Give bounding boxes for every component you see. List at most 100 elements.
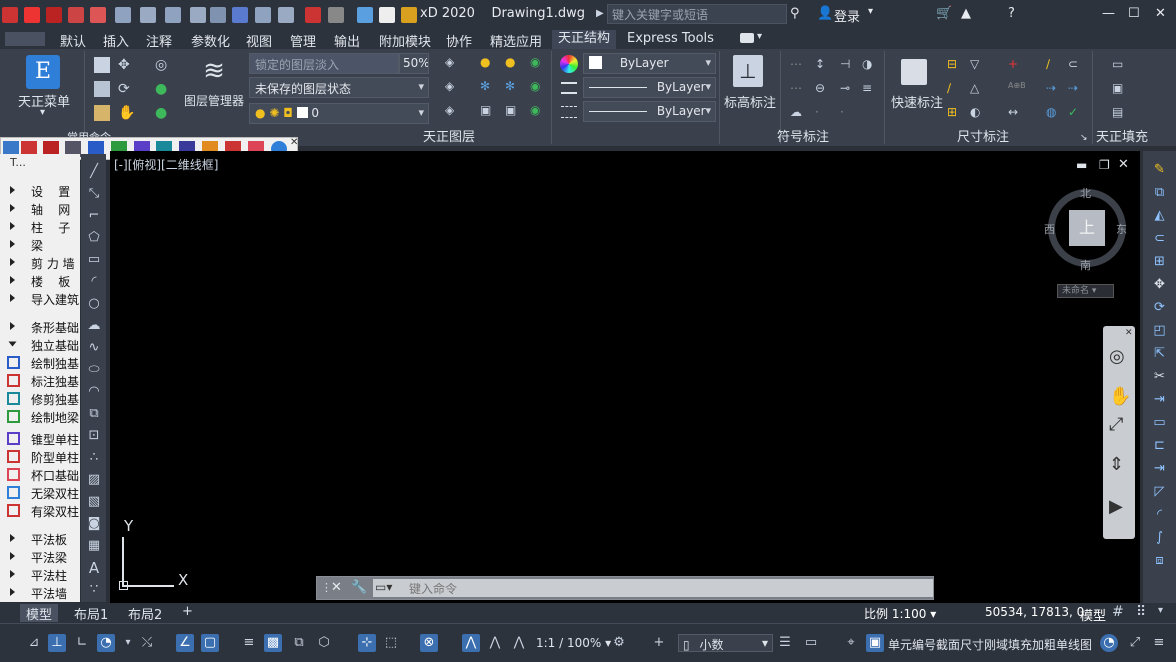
point-icon[interactable]: ∴	[86, 450, 102, 466]
chevron-down-icon[interactable]: ▾	[1158, 605, 1163, 616]
palette-item[interactable]: 楼 板	[0, 272, 80, 290]
tab-manage[interactable]: 管理	[290, 31, 316, 50]
snowflake-icon[interactable]: ✻	[480, 79, 496, 95]
model-space-button[interactable]: 模型	[1080, 605, 1106, 624]
workspace-gear-icon[interactable]: ⚙	[610, 634, 628, 652]
polyline-icon[interactable]: ⌐	[86, 208, 102, 224]
ribbon-toggle-icon[interactable]	[740, 33, 754, 43]
compass-north[interactable]: 北	[1080, 185, 1091, 201]
symbol-icon[interactable]: ⊖	[815, 81, 831, 97]
palette-item[interactable]: 剪 力 墙	[0, 254, 80, 272]
tab-layout1[interactable]: 布局1	[68, 604, 114, 623]
cart-icon[interactable]: 🛒	[936, 6, 952, 21]
region-icon[interactable]: ◙	[86, 516, 102, 532]
close-icon[interactable]: ✕	[1125, 328, 1133, 338]
multiline-text-icon[interactable]: A	[86, 560, 102, 576]
binoculars-icon[interactable]: ⚲	[790, 6, 800, 21]
help-icon[interactable]: ?	[1008, 6, 1015, 21]
tool-icon[interactable]	[94, 57, 110, 73]
isolate-objects-icon[interactable]: ⌖	[842, 634, 860, 652]
palette-item[interactable]: 无梁双柱	[0, 484, 80, 502]
close-button[interactable]: ✕	[1155, 6, 1166, 21]
fullscreen-icon[interactable]: ⤢	[1126, 634, 1144, 652]
symbol-icon[interactable]: ↕	[815, 57, 831, 73]
tab-tianzheng-structure[interactable]: 天正结构	[552, 30, 617, 49]
palette-item[interactable]: 条形基础	[0, 318, 80, 336]
ellipse-arc-icon[interactable]: ◠	[86, 384, 102, 400]
ucs-dropdown[interactable]: 未命名 ▾	[1057, 284, 1114, 298]
quick-access-icon[interactable]	[210, 7, 226, 23]
quick-access-icon[interactable]	[24, 7, 40, 23]
palette-item[interactable]: 绘制独基	[0, 354, 80, 372]
dimension-icon[interactable]: ∕	[1046, 57, 1062, 73]
dimension-icon[interactable]: ⇢	[1046, 81, 1062, 97]
hatch-icon[interactable]: ▨	[86, 472, 102, 488]
dimension-icon[interactable]: ◍	[1046, 105, 1062, 121]
palette-item[interactable]: 绘制地梁	[0, 408, 80, 426]
polar-tracking-icon[interactable]: ◔	[97, 634, 115, 652]
viewport-close-button[interactable]: ✕	[1118, 157, 1129, 172]
symbol-icon[interactable]: ·	[840, 105, 856, 121]
symbol-icon[interactable]: ⋯	[790, 57, 806, 73]
dimension-icon[interactable]: ◐	[970, 105, 986, 121]
palette-item[interactable]: 阶型单柱	[0, 448, 80, 466]
add-selected-icon[interactable]: ∵	[86, 582, 102, 598]
green-circle-icon[interactable]: ◉	[530, 55, 546, 71]
move-icon[interactable]: ✥	[118, 57, 134, 73]
quick-access-icon[interactable]	[140, 7, 156, 23]
erase-icon[interactable]: ✎	[1151, 161, 1168, 178]
locked-layer-fade-slider[interactable]: 锁定的图层淡入	[249, 53, 399, 74]
dimension-icon[interactable]: △	[970, 81, 986, 97]
quick-properties-icon[interactable]: ☰	[776, 634, 794, 652]
application-menu-button[interactable]	[5, 32, 45, 46]
quick-dimension-icon[interactable]	[901, 59, 927, 85]
layer-manager-button[interactable]: 图层管理器	[184, 92, 244, 109]
lock-icon[interactable]: ▣	[505, 103, 521, 119]
chevron-down-icon[interactable]: ▾	[757, 31, 762, 42]
fill-icon[interactable]: ▣	[1112, 81, 1128, 97]
palette-item[interactable]: 标注独基	[0, 372, 80, 390]
palette-item[interactable]: 设 置	[0, 182, 80, 200]
3d-osnap-icon[interactable]: ⬡	[315, 634, 333, 652]
restore-button[interactable]: ☐	[1128, 6, 1140, 21]
zoom-extents-icon[interactable]: ⤢	[1109, 414, 1123, 435]
tool-icon[interactable]: ⊿	[25, 634, 43, 652]
fade-percent[interactable]: 50%	[399, 53, 429, 74]
chevron-down-icon[interactable]: ▾	[40, 107, 45, 118]
eye-icon[interactable]: ◎	[155, 57, 171, 73]
green-circle-icon[interactable]: ●	[155, 81, 171, 97]
compass-west[interactable]: 西	[1044, 221, 1055, 237]
dimension-icon[interactable]: A⊕B	[1008, 81, 1026, 97]
drawing-canvas[interactable]: [-][俯视][二维线框] ▬ ❐ ✕ 上 北 南 东 西 未命名 ▾ ✕ ◎ …	[110, 151, 1140, 603]
insert-block-icon[interactable]: ⧉	[86, 406, 102, 422]
viewport-label[interactable]: [-][俯视][二维线框]	[114, 156, 218, 173]
current-layer-dropdown[interactable]: ● ✺ ◘ 0	[249, 103, 429, 124]
layer-tool-icon[interactable]: ◈	[445, 55, 461, 71]
quick-access-icon[interactable]	[165, 7, 181, 23]
palette-item[interactable]: 修剪独基	[0, 390, 80, 408]
break-at-point-icon[interactable]: ⊏	[1151, 437, 1168, 454]
units-dropdown[interactable]: ▯ 小数 ▾	[678, 634, 773, 652]
quick-access-icon[interactable]	[115, 7, 131, 23]
plus-icon[interactable]: +	[1008, 57, 1024, 73]
quick-access-icon[interactable]	[46, 7, 62, 23]
symbol-icon[interactable]: ⋯	[790, 81, 806, 97]
scale-icon[interactable]: ◰	[1151, 322, 1168, 339]
autodesk-app-icon[interactable]: ▲	[961, 6, 971, 21]
tool-icon[interactable]	[94, 81, 110, 97]
palette-item[interactable]: 平法梁	[0, 548, 80, 566]
rectangle-icon[interactable]: ▭	[86, 252, 102, 268]
green-circle-icon[interactable]: ◉	[530, 79, 546, 95]
lightbulb-icon[interactable]: ●	[480, 55, 496, 71]
auto-scale-icon[interactable]: ⋀	[486, 634, 504, 652]
quick-access-icon[interactable]	[2, 7, 18, 23]
wrench-icon[interactable]: 🔧	[351, 580, 367, 595]
offset-icon[interactable]: ⊂	[1151, 230, 1168, 247]
viewport-minimize-button[interactable]: ▬	[1076, 158, 1087, 172]
scale-display[interactable]: 比例 1:100 ▾	[864, 605, 936, 622]
hand-icon[interactable]: ✋	[118, 105, 135, 121]
user-icon[interactable]: 👤	[817, 6, 833, 21]
annotation-scale-icon[interactable]: ⋀	[510, 634, 528, 652]
construction-line-icon[interactable]: ⤡	[86, 186, 102, 202]
quick-access-icon[interactable]	[401, 7, 417, 23]
